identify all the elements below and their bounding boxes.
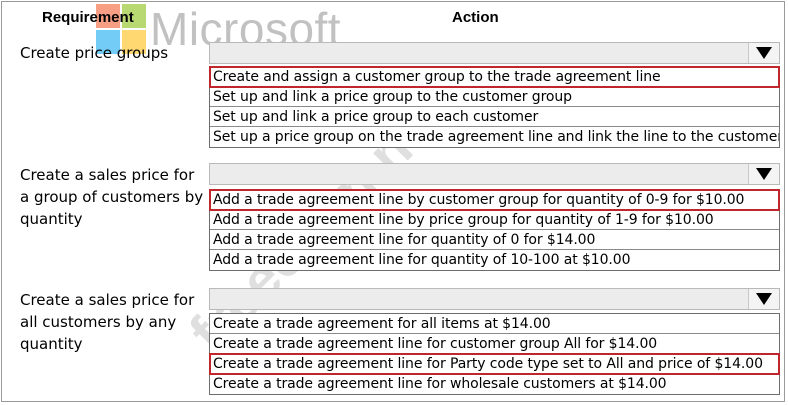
option-3-1[interactable]: Create a trade agreement for all items a… [210,314,779,334]
requirement-label-2: Create a sales price for a group of cust… [20,166,204,228]
option-list-2: Add a trade agreement line by customer g… [209,189,780,271]
option-2-3[interactable]: Add a trade agreement line for quantity … [210,230,779,250]
option-2-1[interactable]: Add a trade agreement line by customer g… [209,189,780,211]
option-3-4[interactable]: Create a trade agreement line for wholes… [210,374,779,394]
action-dropdown-1[interactable] [209,42,780,64]
requirement-label-3: Create a sales price for all customers b… [20,291,195,353]
action-header: Action [452,9,499,26]
option-3-2[interactable]: Create a trade agreement line for custom… [210,334,779,354]
option-1-3[interactable]: Set up and link a price group to each cu… [210,107,779,127]
option-1-2[interactable]: Set up and link a price group to the cus… [210,87,779,107]
option-2-2[interactable]: Add a trade agreement line by price grou… [210,210,779,230]
action-dropdown-3[interactable] [209,288,780,310]
triangle-down-icon[interactable] [748,43,779,63]
action-dropdown-2[interactable] [209,163,780,185]
option-1-4[interactable]: Set up a price group on the trade agreem… [210,127,779,147]
option-3-3[interactable]: Create a trade agreement line for Party … [209,353,780,375]
option-list-1: Create and assign a customer group to th… [209,66,780,148]
option-list-3: Create a trade agreement for all items a… [209,313,780,395]
requirement-label-1: Create price groups [20,44,169,62]
option-2-4[interactable]: Add a trade agreement line for quantity … [210,250,779,270]
option-1-1[interactable]: Create and assign a customer group to th… [209,66,780,88]
triangle-down-icon[interactable] [748,164,779,184]
requirement-header: Requirement [42,9,134,26]
triangle-down-icon[interactable] [748,289,779,309]
